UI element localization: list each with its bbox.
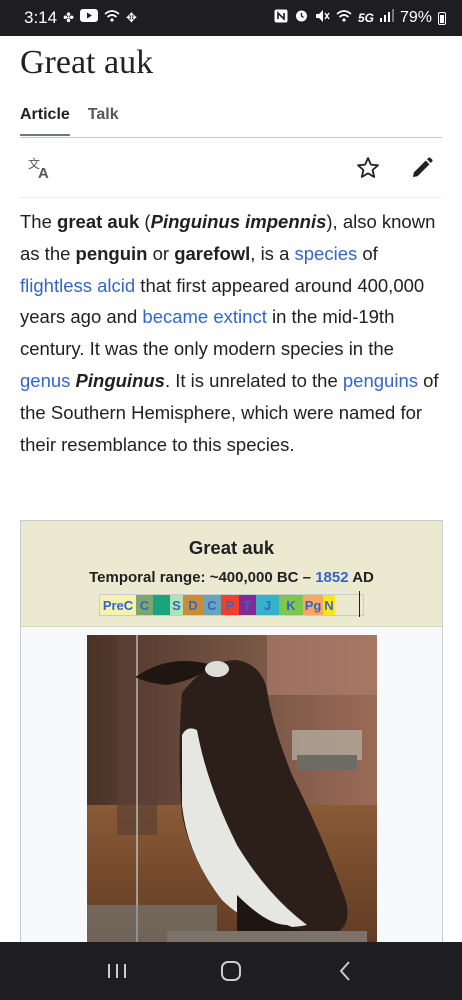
language-icon[interactable]: 文 A	[26, 154, 54, 182]
genus-name: Pinguinus	[75, 369, 165, 391]
fan-icon: ✤	[63, 10, 74, 26]
timeline-period[interactable]: C	[203, 595, 221, 615]
bold-term-penguin: penguin	[75, 242, 148, 264]
timeline-period[interactable]: C	[136, 595, 153, 615]
signal-icon	[379, 9, 394, 27]
timeline-period[interactable]: S	[170, 595, 183, 615]
article-intro: The great auk (Pinguinus impennis), also…	[20, 206, 442, 460]
link-penguins[interactable]: penguins	[343, 370, 418, 391]
link-species[interactable]: species	[295, 243, 358, 264]
mute-icon	[315, 9, 330, 28]
timeline-marker	[359, 591, 360, 617]
scientific-name: Pinguinus impennis	[150, 211, 327, 232]
status-right: 5G 79%	[274, 8, 446, 28]
link-1852[interactable]: 1852	[315, 569, 348, 586]
tab-talk[interactable]: Talk	[88, 106, 119, 136]
bold-term-garefowl: garefowl	[174, 242, 251, 264]
text-fragment: or	[147, 242, 175, 264]
text-fragment: The	[20, 211, 58, 232]
youtube-icon	[80, 9, 98, 27]
page-toolbar: 文 A	[20, 150, 442, 186]
text-fragment: (	[139, 211, 151, 232]
great-auk-specimen-photo[interactable]	[87, 635, 377, 949]
pinwheel-icon: ✥	[126, 10, 137, 26]
timeline-period[interactable]: PreC	[100, 595, 136, 615]
edit-pencil-icon[interactable]	[408, 154, 436, 182]
timeline-period[interactable]: T	[239, 595, 256, 615]
geologic-timeline[interactable]: PreC C S D C P T J K Pg N	[99, 591, 364, 617]
status-time: 3:14	[24, 8, 58, 27]
taxobox-title: Great auk	[188, 537, 275, 558]
timeline-period[interactable]: N	[323, 595, 335, 615]
taxobox-header: Great auk Temporal range: ~400,000 BC – …	[21, 521, 442, 627]
page-title: Great auk	[20, 44, 154, 81]
nfc-icon	[274, 9, 288, 28]
status-bar: 3:14 ✤ ✥ 5G 79%	[0, 0, 462, 36]
link-genus[interactable]: genus	[20, 370, 70, 391]
svg-text:A: A	[38, 165, 49, 180]
link-became-extinct[interactable]: became extinct	[142, 306, 266, 327]
page-tabs: Article Talk	[20, 106, 119, 136]
star-icon[interactable]	[354, 154, 382, 182]
alarm-icon	[294, 8, 309, 28]
toolbar-divider	[20, 197, 442, 198]
timeline-period[interactable]	[153, 595, 170, 615]
system-nav-bar	[0, 942, 462, 1000]
battery-percent: 79%	[399, 9, 432, 26]
home-icon[interactable]	[211, 951, 251, 991]
temporal-range: Temporal range: ~400,000 BC – 1852 AD	[21, 569, 442, 586]
timeline-period[interactable]: K	[279, 595, 303, 615]
wifi-calling-icon	[104, 9, 120, 28]
timeline-period[interactable]: D	[183, 595, 203, 615]
wifi-icon	[336, 9, 352, 28]
timeline-period[interactable]: Pg	[303, 595, 323, 615]
temporal-range-prefix: Temporal range: ~400,000 BC –	[89, 569, 316, 586]
taxobox: Great auk Temporal range: ~400,000 BC – …	[20, 520, 443, 950]
tabs-divider	[20, 137, 442, 138]
temporal-range-suffix: AD	[348, 569, 374, 586]
link-flightless-alcid[interactable]: flightless alcid	[20, 275, 135, 296]
network-type: 5G	[357, 11, 374, 25]
timeline-period[interactable]: J	[256, 595, 279, 615]
bold-term-great-auk: great auk	[57, 211, 140, 232]
timeline-period[interactable]: P	[221, 595, 239, 615]
back-icon[interactable]	[325, 951, 365, 991]
recent-apps-icon[interactable]	[97, 951, 137, 991]
battery-icon	[438, 11, 446, 25]
text-fragment: , is a	[250, 242, 295, 264]
status-left: 3:14 ✤ ✥	[24, 8, 137, 28]
tab-article[interactable]: Article	[20, 106, 70, 136]
text-fragment: of	[357, 242, 378, 264]
text-fragment: . It is unrelated to the	[164, 369, 343, 391]
